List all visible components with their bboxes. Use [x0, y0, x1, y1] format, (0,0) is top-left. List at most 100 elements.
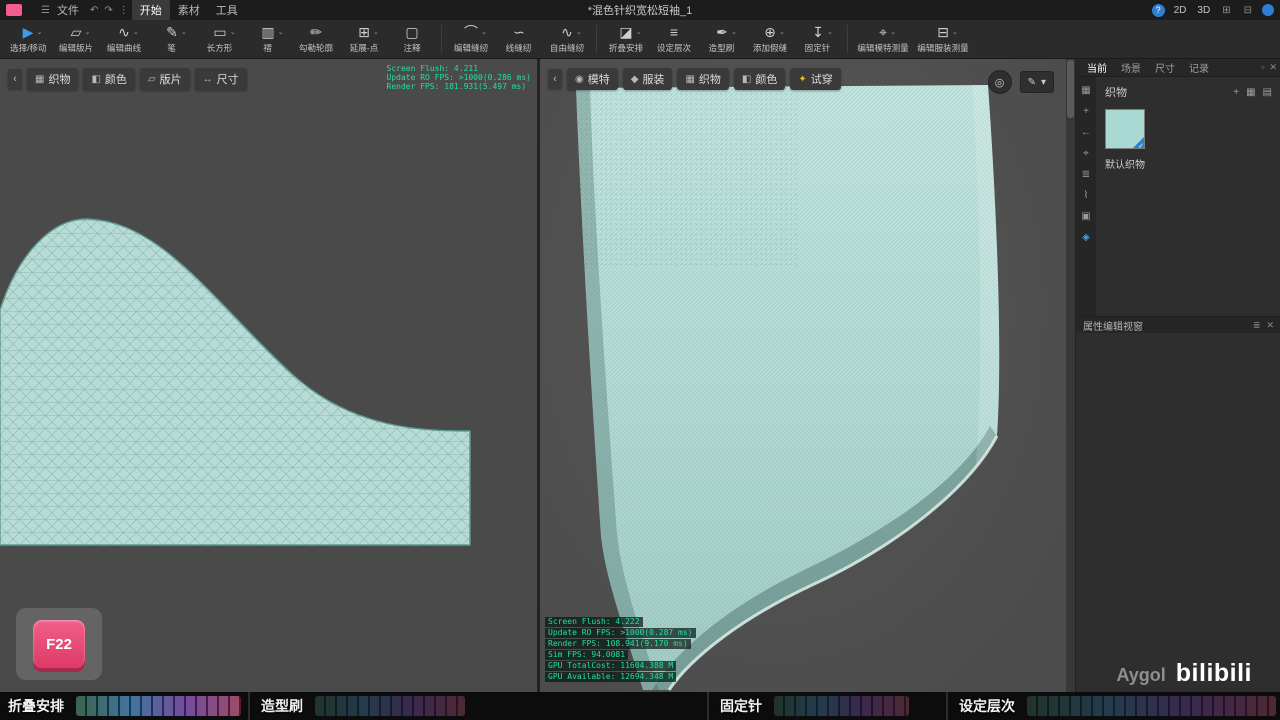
fabric-swatch-label: 默认织物 — [1105, 160, 1145, 171]
dropdown-caret-icon[interactable]: ⌄ — [827, 25, 833, 41]
tool-extend-point[interactable]: ⊞ ⌄ 延展-点 — [340, 24, 388, 54]
grid-view-icon[interactable]: ▦ — [1246, 87, 1255, 98]
fabric-grid-icon[interactable]: ▦ — [1081, 85, 1090, 96]
dropdown-caret-icon[interactable]: ⌄ — [230, 25, 236, 41]
main-toolbar: ▶ ⌄ 选择/移动 ▱ ⌄ 编辑版片 ∿ ⌄ 编辑曲线 ✎ ⌄ 笔 ▭ ⌄ 长方形 ▥ ⌄ … — [0, 20, 1280, 59]
sidebar-tab-current[interactable]: 当前 — [1080, 58, 1114, 77]
layout-grid-icon[interactable]: ⊞ — [1219, 5, 1233, 16]
assign-icon[interactable]: ← — [1081, 127, 1091, 138]
tool-edit-pattern[interactable]: ▱ ⌄ 编辑版片 — [52, 24, 100, 54]
tool-free-sewing[interactable]: ∿ ⌄ 自由缝纫 — [543, 24, 591, 54]
dropdown-caret-icon[interactable]: ⌄ — [85, 25, 91, 41]
mode-3d-button[interactable]: 3D — [1195, 4, 1212, 17]
pattern-piece-2d[interactable] — [0, 58, 537, 692]
dropdown-caret-icon[interactable]: ⌄ — [636, 25, 642, 41]
undo-icon[interactable]: ↶ — [87, 5, 101, 16]
add-fabric-icon[interactable]: + — [1233, 87, 1239, 98]
view-edit-button[interactable]: ✎ ▾ — [1019, 71, 1054, 93]
dropdown-caret-icon[interactable]: ⌄ — [890, 25, 896, 41]
tab-3d-model[interactable]: ◉ 模特 — [567, 68, 618, 90]
dropdown-caret-icon[interactable]: ⌄ — [37, 25, 43, 41]
shape-brush-icon: ✒ — [716, 24, 728, 40]
draped-cloth-3d[interactable] — [540, 58, 1066, 692]
render-mode-icon[interactable]: ◎ — [987, 70, 1012, 94]
scrollbar-thumb[interactable] — [1067, 60, 1074, 118]
color-icon: ◧ — [741, 73, 752, 85]
menu-file[interactable]: ☰ 文件 — [30, 0, 87, 20]
tool-pin[interactable]: ↧ ⌄ 固定针 — [794, 24, 842, 54]
tool-line-sewing[interactable]: ∽ 线缝纫 — [495, 24, 543, 54]
swatchbook-icon[interactable]: ▣ — [1081, 211, 1090, 222]
collapse-left-icon[interactable]: ‹ — [548, 69, 562, 89]
tool-shape-brush[interactable]: ✒ ⌄ 造型刷 — [698, 24, 746, 54]
fabric-swatch[interactable]: ✓ — [1105, 109, 1145, 150]
annotation-icon: ▢ — [405, 24, 419, 40]
tool-trace-outline[interactable]: ✏ 勾勒轮廓 — [292, 24, 340, 54]
add-icon[interactable]: + — [1083, 106, 1089, 117]
dropdown-caret-icon[interactable]: ⌄ — [181, 25, 187, 41]
menu-start[interactable]: 开始 — [131, 0, 170, 20]
tab-3d-tryon[interactable]: ✦ 试穿 — [790, 68, 841, 90]
thread-icon[interactable]: ⌇ — [1084, 190, 1089, 201]
menu-start-label: 开始 — [139, 5, 162, 17]
tab-2d-pattern[interactable]: ▱ 版片 — [139, 68, 190, 90]
tab-3d-fabric[interactable]: ▦ 织物 — [677, 68, 729, 90]
rectangle-icon: ▭ — [213, 24, 227, 40]
redo-icon[interactable]: ↷ — [101, 5, 115, 16]
close-icon[interactable]: ✕ — [1266, 320, 1274, 331]
dropdown-caret-icon[interactable]: ⌄ — [576, 25, 582, 41]
tool-fold-arrange[interactable]: ◪ ⌄ 折叠安排 — [602, 24, 650, 54]
viewport-3d[interactable]: ‹ ◉ 模特 ◆ 服装 ▦ 织物 ◧ 颜色 ✦ 试穿 ◎ ✎ ▾ Screen … — [540, 58, 1066, 692]
tab-2d-size[interactable]: ↔ 尺寸 — [194, 68, 247, 90]
more-icon[interactable]: ⋮ — [116, 5, 132, 16]
tool-edit-curve[interactable]: ∿ ⌄ 编辑曲线 — [100, 24, 148, 54]
tab-2d-fabric[interactable]: ▦ 织物 — [27, 68, 79, 90]
library-icon[interactable]: ◈ — [1082, 232, 1090, 243]
sidebar-tabbar: 当前 场景 尺寸 记录 ▫ ✕ — [1076, 58, 1280, 77]
tool-edit-garment-measure[interactable]: ⊟ ⌄ 编辑服装测量 — [913, 24, 973, 54]
keyboard-strip — [1027, 696, 1276, 716]
menu-material[interactable]: 素材 — [170, 0, 208, 20]
help-icon[interactable]: ? — [1151, 3, 1165, 17]
dropdown-caret-icon[interactable]: ⌄ — [731, 25, 737, 41]
viewport-2d[interactable]: ‹ ▦ 织物 ◧ 颜色 ▱ 版片 ↔ 尺寸 Screen Flush: 4.21… — [0, 58, 537, 692]
hotkey-bar: 折叠安排 造型刷 固定针 设定层次 — [0, 692, 1280, 720]
bilibili-logo: bilibili — [1175, 659, 1252, 687]
panel-pin-icon[interactable]: ▫ — [1261, 62, 1264, 73]
collapse-left-icon[interactable]: ‹ — [8, 69, 22, 89]
account-icon[interactable] — [1262, 4, 1274, 16]
tool-add-basting[interactable]: ⊕ ⌄ 添加假缝 — [746, 24, 794, 54]
close-icon[interactable]: ✕ — [1269, 62, 1277, 73]
tool-select-move[interactable]: ▶ ⌄ 选择/移动 — [4, 24, 52, 54]
layout-split-icon[interactable]: ⊟ — [1241, 5, 1255, 16]
sidebar-tab-record[interactable]: 记录 — [1182, 58, 1216, 77]
tool-pen[interactable]: ✎ ⌄ 笔 — [148, 24, 196, 54]
tab-3d-color[interactable]: ◧ 颜色 — [733, 68, 786, 90]
scrollbar-3d[interactable] — [1066, 58, 1075, 692]
hotkey-indicator: F22 — [16, 608, 102, 680]
tool-edit-sewing[interactable]: ⌒ ⌄ 编辑缝纫 — [447, 24, 495, 54]
tool-rectangle[interactable]: ▭ ⌄ 长方形 — [196, 24, 244, 54]
dropdown-caret-icon[interactable]: ⌄ — [373, 25, 379, 41]
sidebar-tab-scene[interactable]: 场景 — [1114, 58, 1148, 77]
tab-2d-color[interactable]: ◧ 颜色 — [83, 68, 135, 90]
list-view-icon[interactable]: ▤ — [1263, 87, 1272, 98]
app-logo-icon[interactable] — [6, 4, 22, 16]
dropdown-caret-icon[interactable]: ⌄ — [133, 25, 139, 41]
tool-edit-model-measure[interactable]: ⌖ ⌄ 编辑模特测量 — [853, 24, 913, 54]
tab-3d-garment[interactable]: ◆ 服装 — [622, 68, 673, 90]
dropdown-caret-icon[interactable]: ⌄ — [278, 25, 284, 41]
tool-pleat[interactable]: ▥ ⌄ 褶 — [244, 24, 292, 54]
dropdown-caret-icon[interactable]: ⌄ — [779, 25, 785, 41]
menu-tools[interactable]: 工具 — [208, 0, 246, 20]
tool-set-layer[interactable]: ≡ 设定层次 — [650, 24, 698, 54]
dropdown-caret-icon[interactable]: ⌄ — [481, 25, 487, 41]
dropdown-caret-icon[interactable]: ⌄ — [952, 25, 958, 41]
list-icon[interactable]: ≣ — [1082, 169, 1090, 180]
mode-2d-button[interactable]: 2D — [1172, 4, 1189, 17]
sidebar-tab-size[interactable]: 尺寸 — [1148, 58, 1182, 77]
pen-icon: ✎ — [1027, 76, 1036, 88]
menu-icon[interactable]: ≣ — [1253, 320, 1261, 331]
picker-icon[interactable]: ⌖ — [1083, 148, 1089, 159]
tool-annotation[interactable]: ▢ 注释 — [388, 24, 436, 54]
